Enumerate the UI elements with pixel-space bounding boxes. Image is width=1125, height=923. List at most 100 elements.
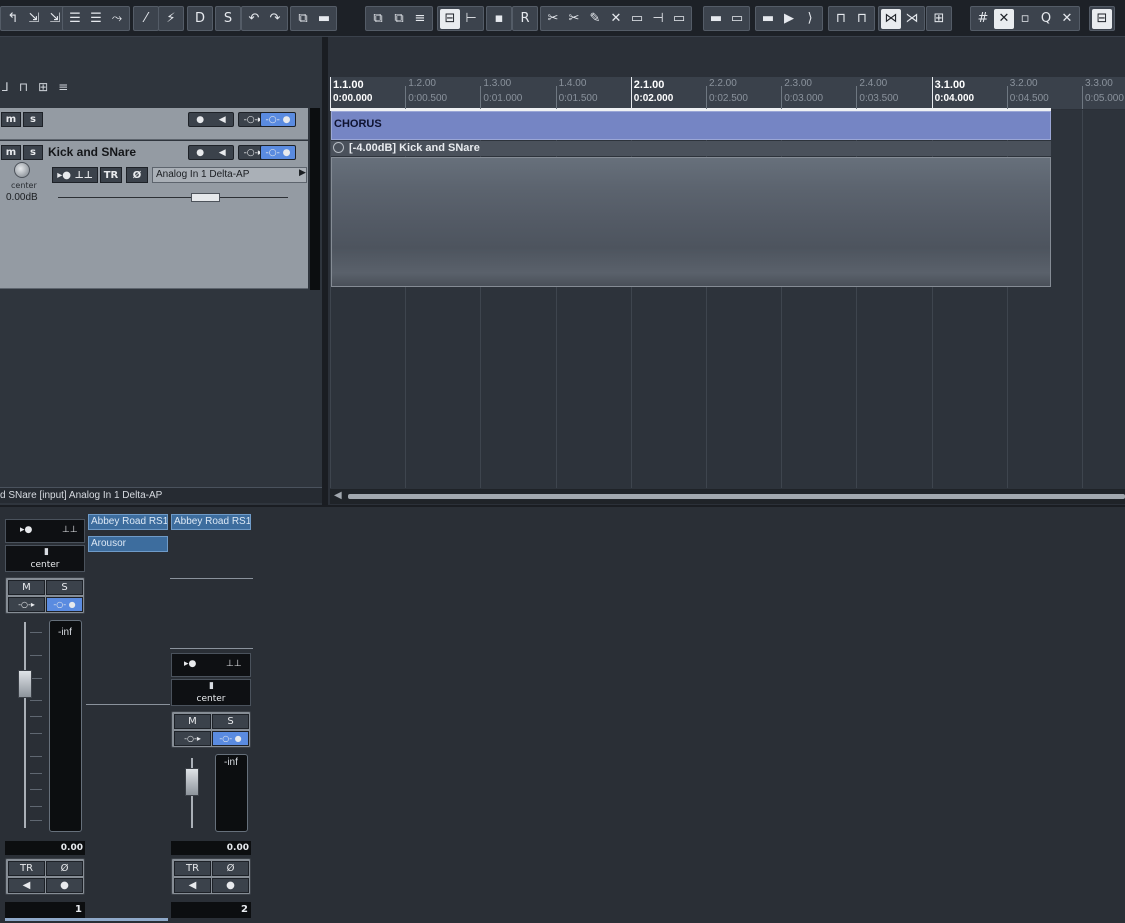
toolbar-tool-icon[interactable]: ✕ [606, 9, 626, 29]
toolbar-tool-icon[interactable]: ☰ [65, 9, 85, 29]
input-echo-button[interactable]: -○-▸ [8, 597, 45, 612]
toolbar-tool-icon[interactable]: ⊓ [831, 9, 851, 29]
toolbar-tool-icon[interactable]: ▭ [727, 9, 747, 29]
toolbar-tool-icon[interactable]: ▭ [627, 9, 647, 29]
toolbar-tool-icon[interactable]: ⇲ [24, 9, 44, 29]
toolbar-tool-icon[interactable]: ✂ [564, 9, 584, 29]
mute-button[interactable]: m [1, 112, 21, 127]
track-tool-icon[interactable]: ≡ [58, 80, 68, 98]
power-icon[interactable] [333, 142, 344, 153]
toolbar-tool-icon[interactable]: ✕ [994, 8, 1014, 29]
toolbar-tool-icon[interactable]: # [973, 9, 993, 29]
speaker-icon[interactable]: ◀ [174, 878, 211, 893]
volume-value[interactable]: 0.00 [5, 841, 85, 855]
toolbar-tool-icon[interactable]: ⋊ [902, 9, 922, 29]
volume-value[interactable]: 0.00 [171, 841, 251, 855]
monitor-button[interactable]: -○- ● [260, 145, 296, 160]
track-tool-icon[interactable]: ⊞ [38, 80, 48, 98]
monitor-button[interactable]: -○- ● [260, 112, 296, 127]
toolbar-tool-icon[interactable]: ▬ [758, 9, 778, 29]
toolbar-tool-icon[interactable]: ▬ [706, 9, 726, 29]
play-mode-panel[interactable]: ▸● ⊥⊥ [5, 519, 85, 543]
toolbar-tool-icon[interactable]: ▫ [1015, 9, 1035, 29]
mute-button[interactable]: M [174, 714, 211, 729]
pan-panel[interactable]: ▮ center [5, 545, 85, 572]
toolbar-tool-icon[interactable]: ⧉ [389, 9, 409, 29]
toolbar-tool-icon[interactable]: ⊣ [648, 9, 668, 29]
ruler-time-label: 0:01.000 [483, 93, 523, 104]
toolbar-tool-icon[interactable]: ✎ [585, 9, 605, 29]
tr-button[interactable]: TR [100, 167, 122, 183]
toolbar-tool-icon[interactable]: ▶ [779, 9, 799, 29]
volume-fader[interactable] [18, 670, 32, 698]
scrollbar-thumb[interactable] [348, 494, 1125, 499]
monitor-button[interactable]: -○- ● [212, 731, 249, 746]
toolbar-tool-icon[interactable]: Q [1036, 9, 1056, 29]
toolbar-tool-icon[interactable]: ↰ [3, 9, 23, 29]
toolbar-tool-icon[interactable]: ⊞ [929, 9, 949, 29]
toolbar-tool-icon[interactable]: ⊓ [852, 9, 872, 29]
toolbar-tool-icon[interactable]: ☰ [86, 9, 106, 29]
toolbar-tool-icon[interactable]: ⁄ [136, 9, 156, 29]
toolbar-tool-icon[interactable]: ▬ [314, 9, 334, 29]
toolbar-tool-icon[interactable]: R [515, 9, 535, 29]
toolbar-tool-icon[interactable]: ⊟ [1092, 8, 1112, 29]
toolbar-tool-icon[interactable]: ⤳ [107, 9, 127, 29]
monitor-button[interactable]: -○- ● [46, 597, 83, 612]
mute-button[interactable]: M [8, 580, 45, 595]
record-arm-button[interactable]: ● ◀ [188, 145, 234, 160]
track-header[interactable] [0, 141, 308, 289]
toolbar-tool-icon[interactable]: S [218, 9, 238, 29]
input-echo-button[interactable]: -○-▸ [174, 731, 211, 746]
solo-button[interactable]: s [23, 145, 43, 160]
track-name[interactable]: Kick and SNare [48, 145, 136, 159]
toolbar-tool-icon[interactable]: ⊢ [461, 9, 481, 29]
toolbar-tool-icon[interactable]: ▪ [489, 9, 509, 29]
fx-slot[interactable]: Arousor [88, 536, 168, 552]
pan-panel[interactable]: ▮ center [171, 679, 251, 706]
fx-slot[interactable]: Abbey Road RS13 [171, 514, 251, 530]
pane-splitter[interactable] [322, 37, 328, 505]
toolbar-tool-icon[interactable]: ⧉ [368, 9, 388, 29]
fx-slot[interactable]: Abbey Road RS12 [88, 514, 168, 530]
chorus-clip[interactable] [331, 111, 1051, 140]
toolbar-tool-icon[interactable]: ⟩ [800, 9, 820, 29]
toolbar-tool-icon[interactable]: ⚡ [161, 9, 181, 29]
phase-button[interactable]: Ø [46, 861, 83, 876]
master-track-header[interactable]: m s ● ◀ -○-▸ -○- ● [0, 108, 308, 140]
toolbar-tool-icon[interactable]: ⊟ [440, 8, 460, 29]
toolbar-tool-icon[interactable]: ✕ [1057, 9, 1077, 29]
solo-button[interactable]: s [23, 112, 43, 127]
toolbar-tool-icon[interactable]: ≡ [410, 9, 430, 29]
toolbar-tool-icon[interactable]: ⧉ [293, 9, 313, 29]
record-icon[interactable]: ● [46, 878, 83, 893]
toolbar-tool-icon[interactable]: ↷ [265, 9, 285, 29]
phase-button[interactable]: Ø [212, 861, 249, 876]
fader-track[interactable] [24, 622, 26, 828]
toolbar-tool-icon[interactable]: ↶ [244, 9, 264, 29]
mute-button[interactable]: m [1, 145, 21, 160]
speaker-icon[interactable]: ◀ [8, 878, 45, 893]
solo-button[interactable]: S [46, 580, 83, 595]
toolbar-tool-icon[interactable]: ⋈ [881, 8, 901, 29]
toolbar-tool-icon[interactable]: ▭ [669, 9, 689, 29]
audio-clip[interactable] [331, 157, 1051, 287]
pan-knob[interactable] [14, 162, 30, 178]
scroll-left-icon[interactable]: ◀ [334, 490, 342, 501]
volume-slider-thumb[interactable] [190, 193, 220, 202]
record-icon[interactable]: ● [212, 878, 249, 893]
track-tool-icon[interactable]: ⅃ [2, 80, 9, 98]
input-select[interactable]: Analog In 1 Delta-AP [152, 167, 307, 183]
tr-button[interactable]: TR [174, 861, 211, 876]
track-tool-icon[interactable]: ⊓ [19, 80, 28, 98]
toolbar-tool-icon[interactable]: D [190, 9, 210, 29]
solo-button[interactable]: S [212, 714, 249, 729]
record-arm-button[interactable]: ● ◀ [188, 112, 234, 127]
volume-fader[interactable] [185, 768, 199, 796]
volume-slider-track[interactable] [58, 197, 288, 198]
toolbar-tool-icon[interactable]: ✂ [543, 9, 563, 29]
tr-button[interactable]: TR [8, 861, 45, 876]
play-mode-panel[interactable]: ▸● ⊥⊥ [171, 653, 251, 677]
play-mode-button[interactable]: ▸● ⊥⊥ [52, 167, 98, 183]
phase-button[interactable]: Ø [126, 167, 148, 183]
